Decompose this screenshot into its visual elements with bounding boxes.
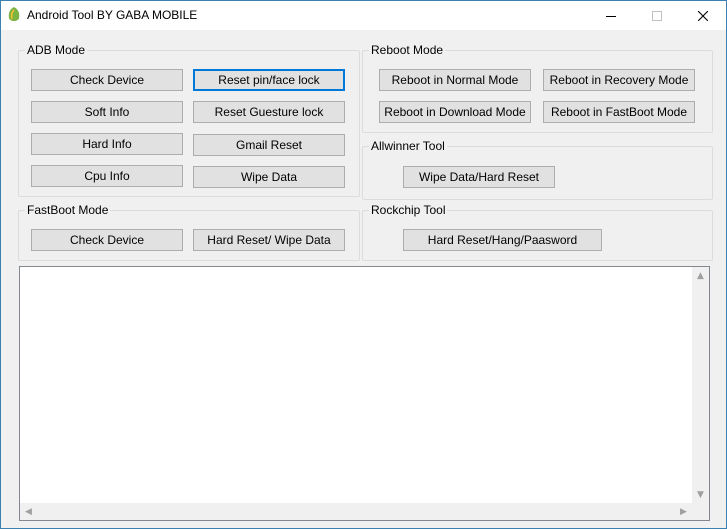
reset-gesture-lock-button[interactable]: Reset Guesture lock: [193, 101, 345, 123]
android-app-icon: [8, 7, 20, 21]
gmail-reset-button[interactable]: Gmail Reset: [193, 134, 345, 156]
allwinner-tool-label: Allwinner Tool: [369, 139, 447, 153]
close-button[interactable]: [680, 1, 726, 30]
rockchip-reset-button[interactable]: Hard Reset/Hang/Paasword: [403, 229, 602, 251]
window-title: Android Tool BY GABA MOBILE: [27, 8, 198, 22]
scroll-up-icon[interactable]: ▲: [692, 267, 709, 284]
reset-pin-face-lock-button[interactable]: Reset pin/face lock: [193, 69, 345, 91]
maximize-button[interactable]: [634, 1, 680, 30]
scroll-left-icon[interactable]: ◀: [20, 503, 37, 520]
reboot-normal-button[interactable]: Reboot in Normal Mode: [379, 69, 531, 91]
reboot-recovery-button[interactable]: Reboot in Recovery Mode: [543, 69, 695, 91]
wipe-data-button[interactable]: Wipe Data: [193, 166, 345, 188]
log-output-textarea[interactable]: ▲ ▼ ◀ ▶: [19, 266, 710, 521]
cpu-info-button[interactable]: Cpu Info: [31, 165, 183, 187]
adb-check-device-button[interactable]: Check Device: [31, 69, 183, 91]
hard-info-button[interactable]: Hard Info: [31, 133, 183, 155]
reboot-fastboot-button[interactable]: Reboot in FastBoot Mode: [543, 101, 695, 123]
title-bar[interactable]: Android Tool BY GABA MOBILE: [1, 1, 726, 30]
allwinner-wipe-button[interactable]: Wipe Data/Hard Reset: [403, 166, 555, 188]
fastboot-check-device-button[interactable]: Check Device: [31, 229, 183, 251]
scroll-right-icon[interactable]: ▶: [675, 503, 692, 520]
scrollbar-corner: [692, 503, 709, 520]
minimize-button[interactable]: [588, 1, 634, 30]
vertical-scrollbar[interactable]: ▲ ▼: [692, 267, 709, 503]
minimize-icon: [606, 15, 616, 17]
horizontal-scrollbar[interactable]: ◀ ▶: [20, 503, 692, 520]
fastboot-hard-reset-button[interactable]: Hard Reset/ Wipe Data: [193, 229, 345, 251]
rockchip-tool-label: Rockchip Tool: [369, 203, 448, 217]
adb-mode-label: ADB Mode: [25, 43, 88, 57]
soft-info-button[interactable]: Soft Info: [31, 101, 183, 123]
app-window: Android Tool BY GABA MOBILE ADB Mode Che…: [0, 0, 727, 529]
maximize-icon: [652, 10, 662, 21]
close-icon: [698, 10, 708, 21]
reboot-download-button[interactable]: Reboot in Download Mode: [379, 101, 531, 123]
fastboot-mode-label: FastBoot Mode: [25, 203, 111, 217]
scroll-down-icon[interactable]: ▼: [692, 486, 709, 503]
reboot-mode-label: Reboot Mode: [369, 43, 446, 57]
